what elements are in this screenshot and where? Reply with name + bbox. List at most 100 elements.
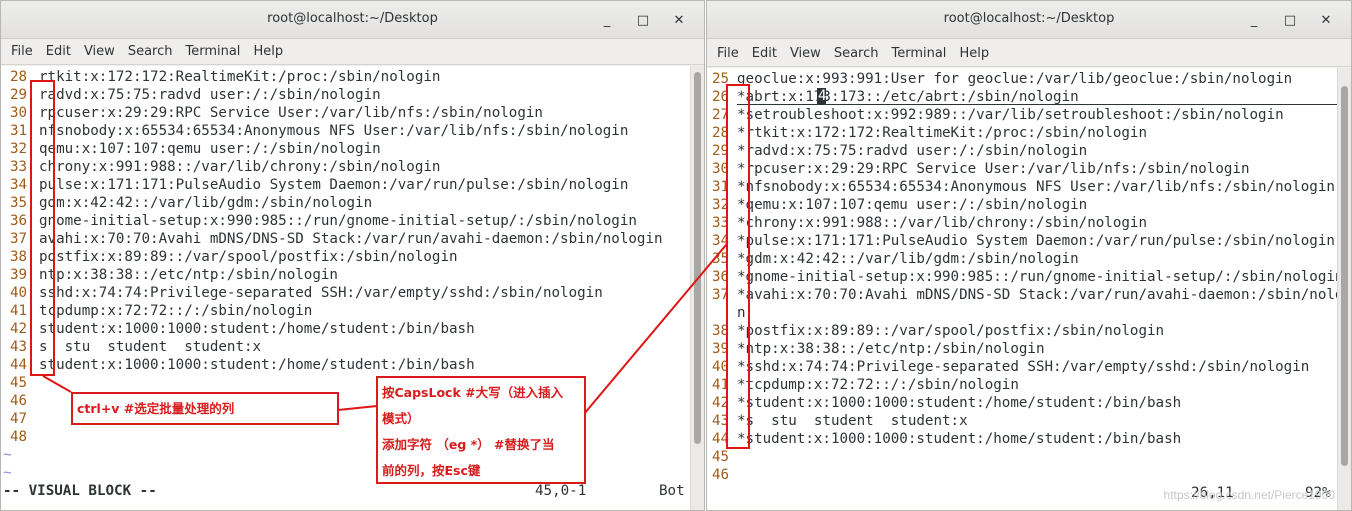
line-number: 48: [10, 429, 28, 445]
annotation-ctrl-v: ctrl+v #选定批量处理的列: [71, 392, 339, 425]
line-number: 36: [10, 213, 28, 229]
text-line: *avahi:x:70:70:Avahi mDNS/DNS-SD Stack:/…: [737, 287, 1352, 303]
line-number: 29: [10, 87, 28, 103]
line-number: 32: [10, 141, 28, 157]
left-scrollbar-thumb[interactable]: [694, 72, 701, 444]
line-number: 41: [10, 303, 28, 319]
text-line: s stu student student:x: [39, 339, 262, 355]
text-line: radvd:x:75:75:radvd user:/:/sbin/nologin: [39, 87, 381, 103]
text-line: nfsnobody:x:65534:65534:Anonymous NFS Us…: [39, 123, 629, 139]
line-number: 28: [10, 69, 28, 85]
menu-view[interactable]: View: [78, 39, 122, 64]
menu-terminal[interactable]: Terminal: [885, 41, 953, 66]
text-line: *setroubleshoot:x:992:989::/var/lib/setr…: [737, 107, 1284, 123]
line-number: 47: [10, 411, 28, 427]
line-number: 43: [10, 339, 28, 355]
text-line: *chrony:x:991:988::/var/lib/chrony:/sbin…: [737, 215, 1147, 231]
line-number: 35: [10, 195, 28, 211]
right-scrollbar-thumb[interactable]: [1341, 86, 1348, 466]
menu-search[interactable]: Search: [122, 39, 180, 64]
line-number: 45: [712, 449, 730, 465]
left-terminal-content[interactable]: 28 rtkit:x:172:172:RealtimeKit:/proc:/sbi…: [1, 66, 690, 510]
vim-scroll-position: Bot: [659, 483, 685, 499]
right-column-highlight: [726, 84, 750, 449]
text-line: *tcpdump:x:72:72::/:/sbin/nologin: [737, 377, 1019, 393]
right-terminal-content[interactable]: 25 geoclue:x:993:991:User for geoclue:/va…: [707, 68, 1351, 510]
annotation-ctrl-v-text: ctrl+v #选定批量处理的列: [77, 401, 235, 416]
line-number: 46: [712, 467, 730, 483]
text-line: *sshd:x:74:74:Privilege-separated SSH:/v…: [737, 359, 1310, 375]
maximize-button[interactable]: □: [1273, 10, 1307, 30]
text-line: ntp:x:38:38::/etc/ntp:/sbin/nologin: [39, 267, 338, 283]
menu-edit[interactable]: Edit: [746, 41, 784, 66]
empty-line-tilde: ~: [3, 465, 12, 481]
text-line: gnome-initial-setup:x:990:985::/run/gnom…: [39, 213, 637, 229]
menu-search[interactable]: Search: [828, 41, 886, 66]
close-button[interactable]: ✕: [1309, 10, 1343, 30]
menu-view[interactable]: View: [784, 41, 828, 66]
line-number: 45: [10, 375, 28, 391]
line-number: 39: [10, 267, 28, 283]
menu-edit[interactable]: Edit: [40, 39, 78, 64]
annotation-add-char-line2: 前的列，按Esc键: [382, 463, 481, 478]
left-menubar: File Edit View Search Terminal Help: [1, 39, 704, 65]
text-line: geoclue:x:993:991:User for geoclue:/var/…: [737, 71, 1293, 87]
text-line: avahi:x:70:70:Avahi mDNS/DNS-SD Stack:/v…: [39, 231, 663, 247]
annotation-capslock-line1: 按CapsLock #大写（进入插入: [382, 385, 564, 400]
menu-file[interactable]: File: [5, 39, 40, 64]
text-line: *gnome-initial-setup:x:990:985::/run/gno…: [737, 269, 1344, 285]
annotation-capslock-line2: 模式）: [382, 411, 420, 426]
vim-cursor-position: 45,0-1: [535, 483, 587, 499]
text-line: rtkit:x:172:172:RealtimeKit:/proc:/sbin/…: [39, 69, 441, 85]
right-titlebar[interactable]: root@localhost:~/Desktop _ □ ✕: [707, 1, 1351, 39]
line-number: 40: [10, 285, 28, 301]
minimize-button[interactable]: _: [590, 10, 624, 30]
annotation-capslock: 按CapsLock #大写（进入插入 模式） 添加字符 （eg *） #替换了当…: [376, 376, 586, 484]
text-line: *qemu:x:107:107:qemu user:/:/sbin/nologi…: [737, 197, 1088, 213]
text-line: sshd:x:74:74:Privilege-separated SSH:/va…: [39, 285, 603, 301]
text-line: *nfsnobody:x:65534:65534:Anonymous NFS U…: [737, 179, 1335, 195]
text-line: postfix:x:89:89::/var/spool/postfix:/sbi…: [39, 249, 458, 265]
text-line: *rtkit:x:172:172:RealtimeKit:/proc:/sbin…: [737, 125, 1147, 141]
text-line: *gdm:x:42:42::/var/lib/gdm:/sbin/nologin: [737, 251, 1079, 267]
text-line: chrony:x:991:988::/var/lib/chrony:/sbin/…: [39, 159, 441, 175]
minimize-button[interactable]: _: [1237, 10, 1271, 30]
text-line: *student:x:1000:1000:student:/home/stude…: [737, 431, 1182, 447]
text-line: *s stu student student:x: [737, 413, 968, 429]
menu-help[interactable]: Help: [247, 39, 290, 64]
menu-file[interactable]: File: [711, 41, 746, 66]
text-line: pulse:x:171:171:PulseAudio System Daemon…: [39, 177, 629, 193]
text-line: rpcuser:x:29:29:RPC Service User:/var/li…: [39, 105, 543, 121]
text-cursor: 4: [817, 88, 827, 105]
text-line: qemu:x:107:107:qemu user:/:/sbin/nologin: [39, 141, 381, 157]
text-line: *rpcuser:x:29:29:RPC Service User:/var/l…: [737, 161, 1250, 177]
line-number: 44: [10, 357, 28, 373]
right-menubar: File Edit View Search Terminal Help: [707, 41, 1351, 67]
text-line: *ntp:x:38:38::/etc/ntp:/sbin/nologin: [737, 341, 1045, 357]
text-line: *radvd:x:75:75:radvd user:/:/sbin/nologi…: [737, 143, 1088, 159]
line-number: 30: [10, 105, 28, 121]
maximize-button[interactable]: □: [626, 10, 660, 30]
close-button[interactable]: ✕: [662, 10, 696, 30]
text-line: student:x:1000:1000:student:/home/studen…: [39, 357, 475, 373]
line-number: 46: [10, 393, 28, 409]
empty-line-tilde: ~: [3, 447, 12, 463]
menu-terminal[interactable]: Terminal: [179, 39, 247, 64]
right-scrollbar[interactable]: [1337, 68, 1351, 510]
line-number: 33: [10, 159, 28, 175]
text-line: *postfix:x:89:89::/var/spool/postfix:/sb…: [737, 323, 1165, 339]
left-titlebar[interactable]: root@localhost:~/Desktop _ □ ✕: [1, 1, 704, 39]
cursor-char: 4: [818, 88, 827, 104]
line-number: 31: [10, 123, 28, 139]
line-number: 37: [10, 231, 28, 247]
text-line: tcpdump:x:72:72::/:/sbin/nologin: [39, 303, 313, 319]
text-line: *pulse:x:171:171:PulseAudio System Daemo…: [737, 233, 1335, 249]
menu-help[interactable]: Help: [953, 41, 996, 66]
left-scrollbar[interactable]: [690, 66, 704, 510]
right-terminal-window: root@localhost:~/Desktop _ □ ✕ File Edit…: [706, 0, 1352, 511]
line-number: 34: [10, 177, 28, 193]
line-number: 38: [10, 249, 28, 265]
left-column-highlight: [30, 80, 55, 376]
vim-mode-status: -- VISUAL BLOCK --: [3, 483, 157, 499]
left-terminal-window: root@localhost:~/Desktop _ □ ✕ File Edit…: [0, 0, 705, 511]
